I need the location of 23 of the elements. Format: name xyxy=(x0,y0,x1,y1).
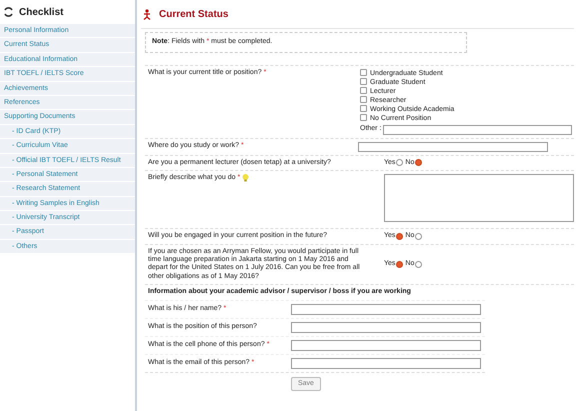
radio-button[interactable] xyxy=(415,260,422,268)
radio-button[interactable] xyxy=(415,232,422,240)
text-field[interactable] xyxy=(291,358,481,369)
text-field[interactable] xyxy=(358,142,548,152)
checkbox[interactable] xyxy=(360,104,367,112)
radio-button[interactable] xyxy=(396,232,404,240)
checkbox[interactable] xyxy=(360,96,367,102)
page-title: Current Status xyxy=(159,8,228,22)
refresh-icon xyxy=(3,7,14,17)
radio-button[interactable] xyxy=(415,159,422,166)
radio-button[interactable] xyxy=(396,159,404,166)
checkbox[interactable] xyxy=(360,86,367,94)
radio-button[interactable] xyxy=(396,260,404,268)
text-field[interactable] xyxy=(291,322,481,333)
person-icon xyxy=(143,8,151,20)
text-area[interactable] xyxy=(384,174,574,222)
text-field[interactable] xyxy=(291,340,481,351)
checkbox[interactable] xyxy=(360,78,367,84)
text-field[interactable] xyxy=(291,304,481,315)
checkbox[interactable] xyxy=(360,68,367,76)
other-field[interactable] xyxy=(383,124,572,134)
sidebar-title: Checklist xyxy=(19,6,64,20)
checkbox[interactable] xyxy=(360,114,367,120)
